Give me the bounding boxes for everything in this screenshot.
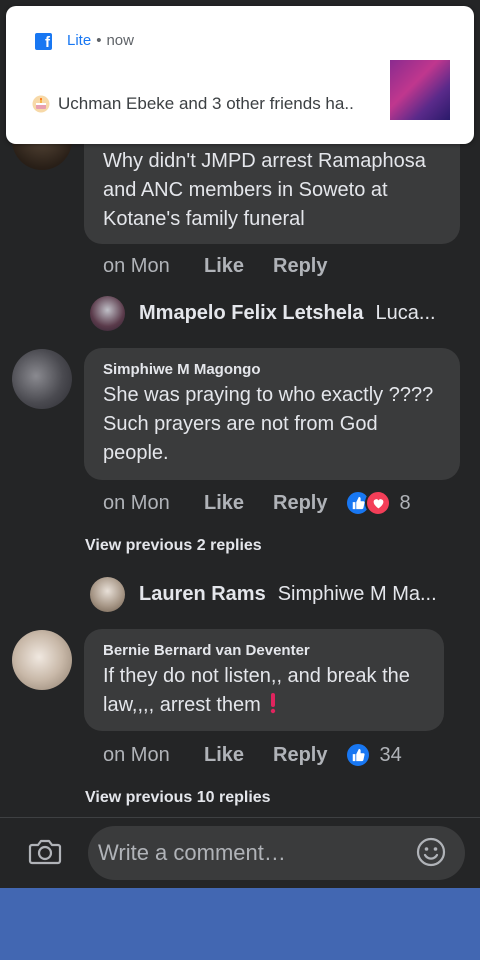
comment-text: Why didn't JMPD arrest Ramaphosa and ANC… bbox=[103, 150, 426, 230]
push-notification[interactable]: f Lite • now Uchman Ebeke and 3 other fr… bbox=[6, 6, 474, 144]
comment-input-placeholder: Write a comment… bbox=[98, 840, 286, 865]
comment-time[interactable]: on Mon bbox=[103, 255, 204, 278]
reactions[interactable]: 8 bbox=[345, 490, 411, 516]
view-previous-replies[interactable]: View previous 10 replies bbox=[85, 789, 271, 807]
like-button[interactable]: Like bbox=[204, 744, 273, 767]
reply-text: Luca... bbox=[375, 302, 436, 324]
reply-preview[interactable]: Lauren Rams Simphiwe M Ma... bbox=[90, 577, 437, 612]
app-name: Lite bbox=[67, 32, 92, 49]
comment-actions: on Mon Like Reply bbox=[103, 255, 327, 278]
comment-bubble[interactable]: Simphiwe M Magongo She was praying to wh… bbox=[84, 348, 460, 480]
like-button[interactable]: Like bbox=[204, 255, 273, 278]
cake-icon bbox=[32, 95, 50, 113]
notification-message: Uchman Ebeke and 3 other friends ha.. bbox=[32, 94, 354, 114]
comment-author[interactable]: Simphiwe M Magongo bbox=[103, 361, 442, 378]
reply-preview[interactable]: Mmapelo Felix Letshela Luca... bbox=[90, 296, 436, 331]
notification-time: now bbox=[106, 32, 134, 49]
commenter-avatar[interactable] bbox=[12, 630, 72, 690]
commenter-avatar[interactable] bbox=[12, 349, 72, 409]
reply-author: Mmapelo Felix Letshela bbox=[139, 302, 364, 324]
comment-time[interactable]: on Mon bbox=[103, 744, 204, 767]
reply-avatar bbox=[90, 296, 125, 331]
notification-text: Uchman Ebeke and 3 other friends ha.. bbox=[58, 94, 354, 113]
reply-text: Simphiwe M Ma... bbox=[277, 583, 437, 605]
reaction-count: 34 bbox=[379, 743, 402, 766]
composer-divider bbox=[0, 817, 480, 818]
comment-author[interactable]: Bernie Bernard van Deventer bbox=[103, 642, 426, 659]
like-button[interactable]: Like bbox=[204, 492, 273, 515]
bottom-bar bbox=[0, 888, 480, 960]
facebook-icon: f bbox=[35, 33, 52, 50]
reply-button[interactable]: Reply bbox=[273, 744, 327, 767]
comment-actions: on Mon Like Reply 8 bbox=[103, 490, 411, 516]
comment-bubble[interactable]: Bernie Bernard van Deventer If they do n… bbox=[84, 629, 444, 731]
reaction-count: 8 bbox=[399, 491, 411, 514]
camera-icon[interactable] bbox=[27, 834, 63, 870]
reactions[interactable]: 34 bbox=[345, 742, 402, 768]
reply-button[interactable]: Reply bbox=[273, 492, 327, 515]
notification-header: Lite • now bbox=[67, 32, 134, 49]
like-reaction-icon bbox=[345, 742, 372, 768]
notification-thumbnail bbox=[390, 60, 450, 120]
love-reaction-icon bbox=[365, 490, 392, 516]
separator: • bbox=[96, 32, 102, 49]
reply-author: Lauren Rams bbox=[139, 583, 266, 605]
reply-avatar bbox=[90, 577, 125, 612]
comment-text: If they do not listen,, and break the la… bbox=[103, 662, 426, 720]
comment-input[interactable]: Write a comment… bbox=[88, 826, 465, 880]
emoji-icon[interactable] bbox=[415, 836, 447, 868]
reply-button[interactable]: Reply bbox=[273, 255, 327, 278]
comment-text: She was praying to who exactly ???? Such… bbox=[103, 384, 434, 464]
view-previous-replies[interactable]: View previous 2 replies bbox=[85, 537, 262, 555]
exclamation-icon bbox=[271, 693, 276, 714]
comment-actions: on Mon Like Reply 34 bbox=[103, 742, 402, 768]
comment-text-body: If they do not listen,, and break the la… bbox=[103, 665, 410, 716]
comment-time[interactable]: on Mon bbox=[103, 492, 204, 515]
